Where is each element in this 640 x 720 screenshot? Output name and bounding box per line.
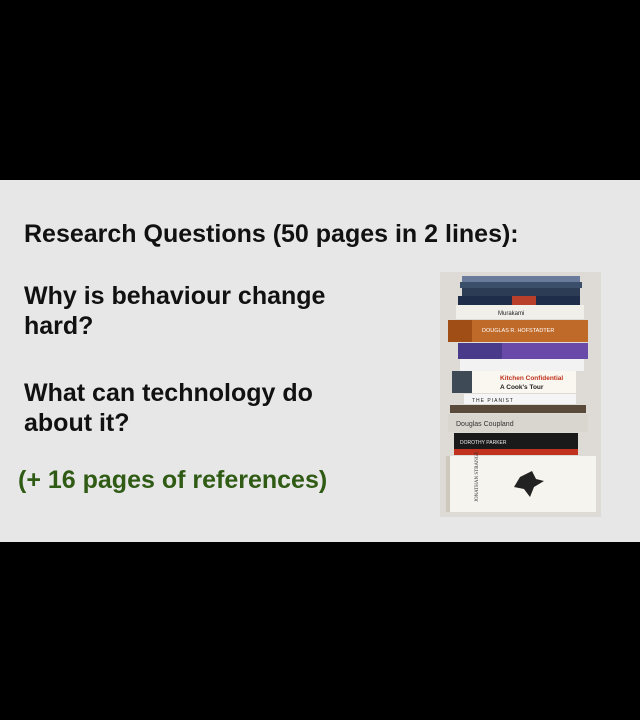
spine-coupland: Douglas Coupland: [456, 421, 514, 428]
research-question-2: What can technology do about it?: [24, 379, 313, 437]
spine-cooks-tour: A Cook's Tour: [500, 384, 544, 391]
slide-heading: Research Questions (50 pages in 2 lines)…: [24, 220, 519, 248]
slide: Research Questions (50 pages in 2 lines)…: [0, 180, 640, 542]
research-question-1: Why is behaviour change hard?: [24, 282, 326, 340]
spine-pianist: THE PIANIST: [472, 398, 514, 404]
book-stack-photo: Murakami DOUGLAS R. HOFSTADTER Kitchen C…: [440, 272, 601, 517]
spine-kitchen-confidential: Kitchen Confidential: [500, 375, 563, 382]
spine-murakami: Murakami: [498, 311, 524, 317]
references-note: (+ 16 pages of references): [18, 466, 328, 494]
spine-jonathan-strange: JONATHAN STRANGE: [475, 452, 480, 502]
spine-parker: DOROTHY PARKER: [460, 440, 507, 446]
spine-hofstadter: DOUGLAS R. HOFSTADTER: [482, 328, 554, 334]
